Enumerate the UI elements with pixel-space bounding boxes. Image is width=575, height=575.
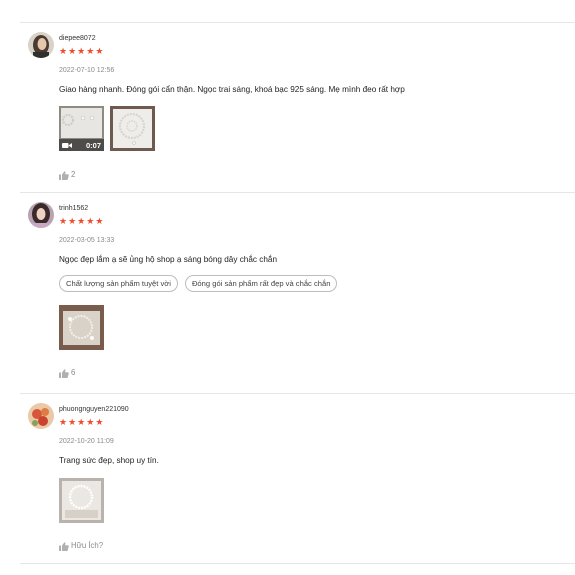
helpful-button[interactable]: Hữu Ích? [59, 541, 575, 551]
review-divider [20, 393, 575, 394]
star-icon: ★ [68, 417, 77, 427]
thumbs-up-icon [59, 541, 69, 551]
top-divider [20, 22, 575, 23]
review-video-thumbnail[interactable]: 0:07 [59, 106, 104, 151]
review-image-thumbnail[interactable] [110, 106, 155, 151]
review-comment: Giao hàng nhanh. Đóng gói cẩn thận. Ngọc… [59, 85, 405, 94]
review-media [59, 305, 575, 350]
reviewer-name: trinh1562 [59, 205, 89, 212]
review-media [59, 478, 575, 523]
reviewer-name: diepee8072 [59, 35, 96, 42]
star-rating: ★ ★ ★ ★ ★ [59, 417, 575, 427]
like-button[interactable]: 6 [59, 368, 575, 378]
video-camera-icon [62, 142, 72, 148]
review-media: 0:07 [59, 106, 575, 151]
review-divider [20, 192, 575, 193]
video-overlay: 0:07 [59, 139, 104, 151]
star-icon: ★ [86, 216, 95, 226]
avatar[interactable] [28, 32, 54, 58]
star-icon: ★ [95, 46, 104, 56]
star-icon: ★ [95, 216, 104, 226]
star-icon: ★ [77, 216, 86, 226]
video-duration: 0:07 [85, 140, 101, 150]
review-date: 2022-03-05 13:33 [59, 237, 115, 244]
review-comment: Ngọc đẹp lắm ạ sẽ ủng hộ shop ạ sáng bón… [59, 255, 278, 264]
avatar[interactable] [28, 403, 54, 429]
star-icon: ★ [86, 46, 95, 56]
star-icon: ★ [68, 216, 77, 226]
star-rating: ★ ★ ★ ★ ★ [59, 216, 575, 226]
thumbs-up-icon [59, 368, 69, 378]
review-image-thumbnail[interactable] [59, 478, 104, 523]
reviewer-name: phuongnguyen221090 [59, 406, 129, 413]
review-tag: Chất lượng sản phẩm tuyệt vời [59, 275, 178, 292]
review-tags: Chất lượng sản phẩm tuyệt vời Đóng gói s… [59, 275, 575, 292]
review-date: 2022-10-20 11:09 [59, 438, 114, 445]
star-rating: ★ ★ ★ ★ ★ [59, 46, 575, 56]
star-icon: ★ [77, 46, 86, 56]
review-tag: Đóng gói sản phẩm rất đẹp và chắc chắn [184, 275, 338, 292]
star-icon: ★ [95, 417, 104, 427]
review-comment: Trang sức đẹp, shop uy tín. [59, 456, 159, 465]
star-icon: ★ [59, 417, 68, 427]
review-date: 2022-07-10 12:56 [59, 67, 115, 74]
review-image-thumbnail[interactable] [59, 305, 104, 350]
star-icon: ★ [59, 216, 68, 226]
like-count: 2 [71, 170, 76, 179]
like-count: 6 [71, 368, 76, 377]
avatar[interactable] [28, 202, 54, 228]
star-icon: ★ [68, 46, 77, 56]
like-button[interactable]: 2 [59, 170, 575, 180]
star-icon: ★ [77, 417, 86, 427]
helpful-label: Hữu Ích? [71, 541, 104, 550]
star-icon: ★ [86, 417, 95, 427]
bottom-divider [20, 563, 575, 564]
star-icon: ★ [59, 46, 68, 56]
thumbs-up-icon [59, 170, 69, 180]
